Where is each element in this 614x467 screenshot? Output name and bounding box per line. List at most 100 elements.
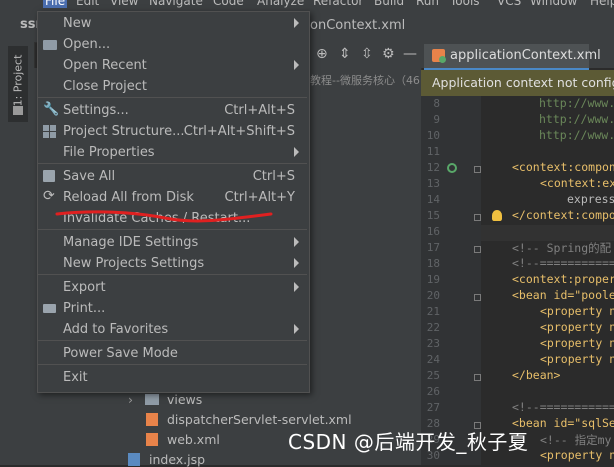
menu-item-shortcut: Ctrl+Alt+Shift+S — [183, 124, 295, 139]
menu-item-label: Open Recent — [63, 58, 147, 73]
line-number: 11 — [426, 145, 440, 158]
line-number: 16 — [426, 225, 440, 238]
nav-file-name[interactable]: onContext.xml — [310, 18, 405, 33]
submenu-arrow-icon — [294, 258, 299, 268]
code-line: <!--============ — [512, 256, 614, 270]
menu-item-open[interactable]: Open... — [38, 34, 307, 55]
code-line: <property n — [540, 448, 614, 462]
expand-icon[interactable]: ⇕ — [339, 46, 351, 62]
menu-edit[interactable]: Edit — [76, 0, 99, 8]
project-toolbar: ⊕ ⇕ ⇳ ⚙ — — [309, 42, 421, 68]
submenu-arrow-icon — [294, 237, 299, 247]
tree-item-webxml[interactable]: web.xml — [146, 432, 220, 447]
menu-item-label: Save All — [63, 169, 116, 184]
menu-item-project-structure[interactable]: Project Structure... Ctrl+Alt+Shift+S — [38, 121, 307, 142]
panel-crumb-text: 教程--微服务核心（46 — [310, 74, 420, 87]
menu-item-export[interactable]: Export — [38, 277, 307, 298]
save-icon — [43, 170, 55, 182]
line-number: 12 — [426, 161, 440, 174]
menu-item-shortcut: Ctrl+S — [252, 169, 295, 184]
line-number: 14 — [426, 193, 440, 206]
menu-navigate[interactable]: Navigate — [149, 0, 203, 8]
fold-icon[interactable] — [474, 294, 481, 301]
minimize-icon[interactable]: — — [403, 46, 417, 62]
project-tool-window-tab[interactable]: 1: Project — [8, 46, 28, 122]
menu-file[interactable]: File — [43, 0, 68, 8]
line-number: 13 — [426, 177, 440, 190]
tree-item-label: dispatcherServlet-servlet.xml — [166, 412, 352, 427]
menu-run[interactable]: Run — [416, 0, 439, 8]
menu-item-label: Manage IDE Settings — [63, 235, 199, 250]
menu-item-label: Close Project — [63, 79, 148, 94]
line-number: 8 — [433, 97, 440, 110]
line-number: 26 — [426, 385, 440, 398]
menu-item-exit[interactable]: Exit — [38, 367, 307, 388]
code-line: <property n — [540, 352, 614, 366]
menu-analyze[interactable]: Analyze — [257, 0, 304, 8]
notification-text: Application context not configu — [432, 75, 614, 90]
tree-item-label: views — [166, 392, 203, 407]
project-structure-icon — [43, 125, 56, 138]
menu-view[interactable]: View — [110, 0, 138, 8]
xml-file-icon — [146, 433, 158, 446]
locate-icon[interactable]: ⊕ — [316, 46, 328, 62]
fold-icon[interactable] — [474, 374, 481, 381]
code-line: </bean> — [512, 368, 561, 382]
code-line: <!--============ — [512, 400, 614, 414]
menu-item-new[interactable]: New — [38, 13, 307, 34]
print-icon — [43, 304, 56, 313]
menu-item-add-to-favorites[interactable]: Add to Favorites — [38, 319, 307, 340]
folder-icon — [13, 106, 23, 115]
menu-tools[interactable]: Tools — [450, 0, 480, 8]
menu-item-shortcut: Ctrl+Alt+S — [224, 103, 295, 118]
tree-item-views[interactable]: › views — [128, 392, 202, 407]
menu-item-label: Add to Favorites — [63, 322, 169, 337]
submenu-arrow-icon — [294, 18, 299, 28]
menu-vcs[interactable]: VCS — [497, 0, 521, 8]
red-annotation-stroke — [55, 210, 273, 223]
menu-item-label: File Properties — [63, 145, 155, 160]
code-line: <context:proper — [512, 272, 614, 286]
jsp-file-icon — [128, 453, 140, 466]
code-line: http://www. — [539, 112, 614, 126]
menu-code[interactable]: Code — [213, 0, 244, 8]
menu-separator — [38, 274, 307, 275]
menu-item-power-save-mode[interactable]: Power Save Mode — [38, 343, 307, 364]
line-number: 9 — [433, 113, 440, 126]
menu-item-label: Open... — [63, 37, 111, 52]
menu-item-print[interactable]: Print... — [38, 298, 307, 319]
menu-item-manage-ide-settings[interactable]: Manage IDE Settings — [38, 232, 307, 253]
gear-icon[interactable]: ⚙ — [382, 46, 395, 62]
menu-item-file-properties[interactable]: File Properties — [38, 142, 307, 163]
menu-item-label: New Projects Settings — [63, 256, 205, 271]
spring-badge-icon — [439, 56, 446, 63]
line-number: 18 — [426, 257, 440, 270]
menu-item-open-recent[interactable]: Open Recent — [38, 55, 307, 76]
menu-item-label: Project Structure... — [63, 124, 185, 139]
lightbulb-icon[interactable] — [492, 210, 502, 221]
menu-refactor[interactable]: Refactor — [313, 0, 363, 8]
line-number: 19 — [426, 273, 440, 286]
project-tab-label: 1: Project — [11, 54, 25, 107]
spring-bean-icon[interactable] — [447, 163, 457, 173]
menu-item-label: Power Save Mode — [63, 346, 178, 361]
menu-item-save-all[interactable]: Save All Ctrl+S — [38, 166, 307, 187]
menu-item-new-projects-settings[interactable]: New Projects Settings — [38, 253, 307, 274]
menu-help[interactable]: Help — [590, 0, 614, 8]
menu-item-label: Exit — [63, 370, 88, 385]
line-number: 17 — [426, 241, 440, 254]
menu-window[interactable]: Window — [530, 0, 577, 8]
fold-icon[interactable] — [474, 214, 481, 221]
tree-item-dispatcher[interactable]: dispatcherServlet-servlet.xml — [146, 412, 352, 427]
fold-icon[interactable] — [474, 246, 481, 253]
menu-item-close-project[interactable]: Close Project — [38, 76, 307, 97]
fold-icon[interactable] — [474, 166, 481, 173]
menu-separator — [38, 163, 307, 164]
current-line-highlight — [481, 225, 614, 241]
menu-item-label: Export — [63, 280, 106, 295]
submenu-arrow-icon — [294, 60, 299, 70]
collapse-icon[interactable]: ⇳ — [361, 46, 373, 62]
menu-separator — [38, 97, 307, 98]
menu-item-settings[interactable]: 🔧 Settings... Ctrl+Alt+S — [38, 100, 307, 121]
menu-build[interactable]: Build — [374, 0, 404, 8]
